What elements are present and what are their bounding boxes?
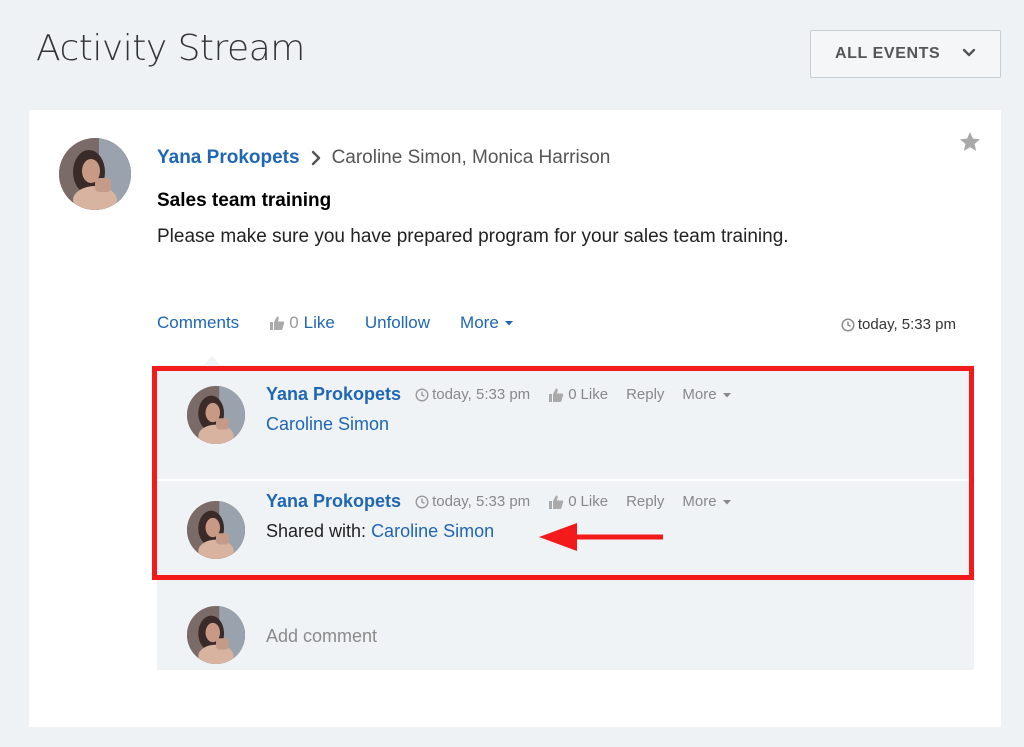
- post-like-link[interactable]: Like: [304, 313, 335, 333]
- post-like-count: 0: [289, 313, 299, 332]
- caret-down-icon: [722, 392, 731, 397]
- avatar-photo: [187, 386, 245, 444]
- comment-author-avatar[interactable]: [187, 501, 245, 559]
- comment-reply-link[interactable]: Reply: [626, 493, 664, 510]
- comment-reply-link[interactable]: Reply: [626, 386, 664, 403]
- post-title: Sales team training: [157, 190, 332, 211]
- shared-user-link[interactable]: Caroline Simon: [371, 521, 494, 541]
- like-control[interactable]: 0 Like: [269, 313, 335, 333]
- all-events-label: ALL EVENTS: [835, 45, 941, 62]
- post-header: Yana Prokopets Caroline Simon, Monica Ha…: [157, 147, 610, 169]
- post-actions: Comments 0 Like Unfollow More: [157, 313, 514, 333]
- add-comment-row[interactable]: Add comment: [157, 593, 974, 670]
- comment-header: Yana Prokopets today, 5:33 pm 0 Like Rep…: [266, 491, 732, 512]
- comment-more-label: More: [682, 493, 717, 510]
- comment-item: Yana Prokopets today, 5:33 pm 0 Like Rep…: [157, 481, 974, 593]
- page-title: Activity Stream: [36, 28, 305, 69]
- clock-icon: [415, 387, 429, 402]
- comment-more-label: More: [682, 386, 717, 403]
- thumbs-up-icon: [270, 316, 285, 330]
- comment-header: Yana Prokopets today, 5:33 pm 0 Like Rep…: [266, 384, 732, 405]
- comment-text: Caroline Simon: [266, 414, 389, 435]
- comment-like-link[interactable]: Like: [581, 493, 609, 510]
- comment-author-avatar[interactable]: [187, 386, 245, 444]
- shared-with-label: Shared with:: [266, 521, 372, 541]
- thumbs-up-icon: [549, 495, 564, 509]
- caret-down-icon: [722, 499, 731, 504]
- post-body: Please make sure you have prepared progr…: [157, 226, 789, 247]
- add-comment-input[interactable]: Add comment: [266, 626, 377, 647]
- post-more-label: More: [460, 313, 499, 332]
- post-time-text: today, 5:33 pm: [857, 316, 956, 333]
- comments-section: Yana Prokopets today, 5:33 pm 0 Like Rep…: [157, 365, 974, 670]
- comment-author-link[interactable]: Yana Prokopets: [266, 384, 401, 405]
- comment-more-menu[interactable]: More: [682, 493, 731, 510]
- avatar-photo: [59, 138, 131, 210]
- post-more-menu[interactable]: More: [460, 313, 514, 333]
- star-icon[interactable]: [958, 130, 982, 154]
- comment-like-link[interactable]: Like: [581, 386, 609, 403]
- activity-post-card: Yana Prokopets Caroline Simon, Monica Ha…: [29, 110, 1001, 727]
- comment-text: Shared with: Caroline Simon: [266, 521, 494, 542]
- avatar-photo: [187, 606, 245, 664]
- clock-icon: [415, 494, 429, 509]
- clock-icon: [841, 317, 855, 332]
- comment-like-count: 0: [568, 493, 577, 510]
- comment-like-control[interactable]: 0 Like: [548, 386, 608, 403]
- post-author-link[interactable]: Yana Prokopets: [157, 147, 300, 169]
- avatar-photo: [187, 501, 245, 559]
- caret-down-icon: [504, 321, 513, 326]
- post-recipients[interactable]: Caroline Simon, Monica Harrison: [332, 147, 611, 169]
- comment-timestamp: today, 5:33 pm: [415, 386, 530, 403]
- unfollow-link[interactable]: Unfollow: [365, 313, 430, 333]
- comment-like-count: 0: [568, 386, 577, 403]
- comment-item: Yana Prokopets today, 5:33 pm 0 Like Rep…: [157, 365, 974, 479]
- all-events-dropdown[interactable]: ALL EVENTS: [810, 30, 1001, 78]
- comments-link[interactable]: Comments: [157, 313, 239, 333]
- comment-author-link[interactable]: Yana Prokopets: [266, 491, 401, 512]
- thumbs-up-icon: [549, 388, 564, 402]
- current-user-avatar: [187, 606, 245, 664]
- post-timestamp: today, 5:33 pm: [841, 316, 956, 333]
- comment-timestamp: today, 5:33 pm: [415, 493, 530, 510]
- comment-time-text: today, 5:33 pm: [432, 493, 531, 510]
- mentioned-user-link[interactable]: Caroline Simon: [266, 414, 389, 434]
- chevron-right-icon: [311, 150, 320, 166]
- comment-time-text: today, 5:33 pm: [432, 386, 531, 403]
- chevron-down-icon: [962, 48, 976, 57]
- author-avatar[interactable]: [59, 138, 131, 210]
- comment-more-menu[interactable]: More: [682, 386, 731, 403]
- comment-like-control[interactable]: 0 Like: [548, 493, 608, 510]
